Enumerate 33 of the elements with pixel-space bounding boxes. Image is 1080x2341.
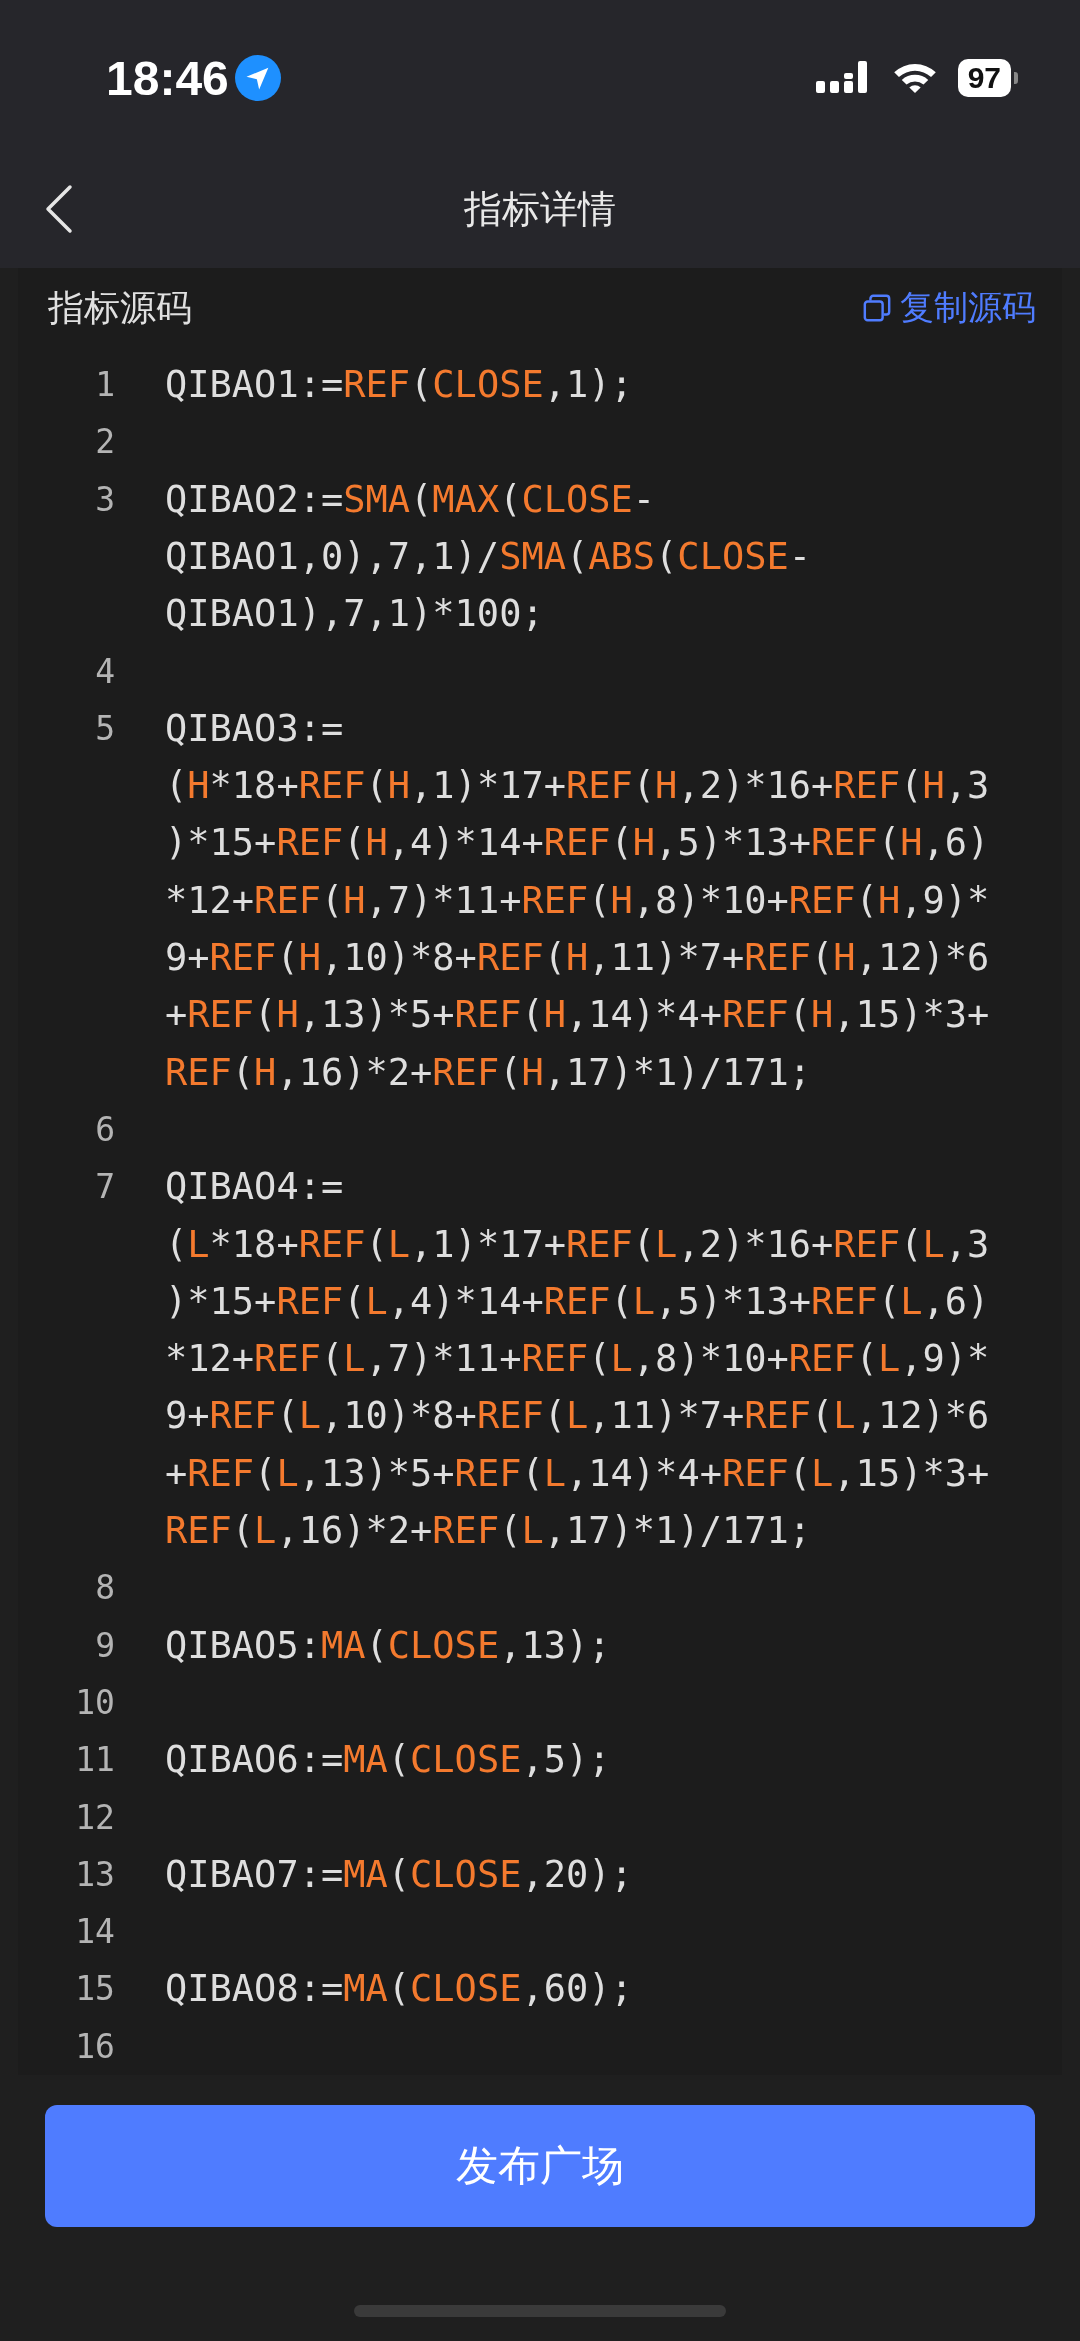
page-title: 指标详情 (464, 185, 616, 233)
line-number: 6 (94, 1108, 115, 1151)
section-heading: 指标源码 (48, 285, 192, 330)
copy-icon (862, 293, 892, 324)
code-line: QIBAO5:MA(CLOSE,13); (165, 1622, 612, 1669)
line-number: 14 (74, 1911, 115, 1954)
code-line: QIBAO3:= (H*18+REF(H,1)*17+REF(H,2)*16+REF(H,3)*15+REF(H,4)*14+REF(H,5)*13+REF(H,6)*12+REF(H,7)*11+REF(H,8)*10+REF(H,9)*9+REF(H,10)*8+REF(H,11)*7+REF(H,12)*6+REF(H,13)*5+REF(H,14)*4+REF(H,15)*3+ REF(H,16)*2+REF(H,17)*1)/171; (165, 705, 991, 1096)
status-time: 18:46 (106, 50, 229, 106)
line-number: 8 (94, 1567, 115, 1610)
code-line: QIBAO4:= (L*18+REF(L,1)*17+REF(L,2)*16+REF(L,3)*15+REF(L,4)*14+REF(L,5)*13+REF(L,6)*12+REF(L,7)*11+REF(L,8)*10+REF(L,9)*9+REF(L,10)*8+REF(L,11)*7+REF(L,12)*6+REF(L,13)*5+REF(L,14)*4+REF(L,15)*3+ REF(L,16)*2+REF(L,17)*1)/171; (165, 1164, 991, 1555)
code-line: QIBAO1:=REF(CLOSE,1); (165, 362, 634, 409)
code-line: QIBAO6:=MA(CLOSE,5); (165, 1737, 612, 1784)
line-number: 11 (74, 1739, 115, 1782)
line-number: 1 (94, 364, 115, 407)
line-number: 15 (74, 1968, 115, 2011)
line-number: 12 (74, 1796, 115, 1839)
line-number: 10 (74, 1681, 115, 1724)
publish-button[interactable]: 发布广场 (45, 2105, 1035, 2227)
code-line: QIBAO8:=MA(CLOSE,60); (165, 1966, 634, 2013)
line-number: 2 (94, 421, 115, 464)
line-number: 16 (74, 2025, 115, 2068)
code-line: QIBAO7:=MA(CLOSE,20); (165, 1851, 634, 1898)
line-number: 3 (94, 478, 115, 521)
line-number: 7 (94, 1166, 115, 1209)
line-number: 13 (74, 1853, 115, 1896)
wifi-icon (891, 61, 938, 95)
battery-indicator: 97 (957, 59, 1018, 97)
code-line: QIBAO2:=SMA(MAX(CLOSE-QIBAO1,0),7,1)/SMA(ABS(CLOSE-QIBAO1),7,1)*100; (165, 476, 813, 638)
line-number: 9 (94, 1624, 115, 1667)
line-number: 4 (94, 650, 115, 693)
back-icon[interactable] (44, 184, 74, 234)
line-number: 5 (94, 707, 115, 750)
copy-source-link[interactable]: 复制源码 (862, 285, 1036, 332)
